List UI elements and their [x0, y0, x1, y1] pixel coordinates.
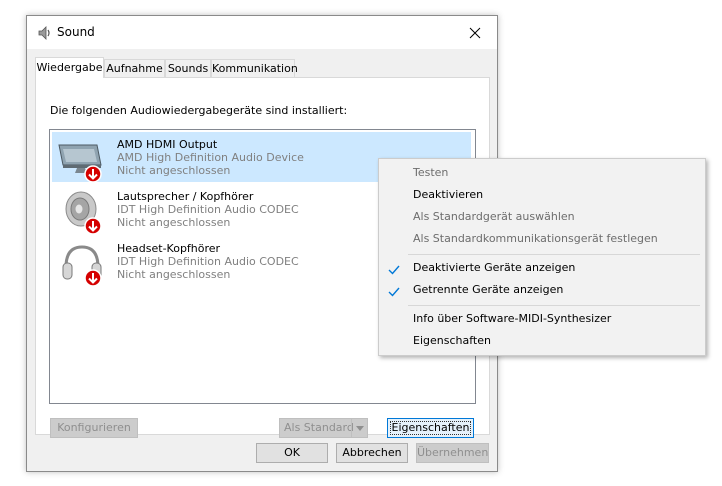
menu-item-label: Als Standardgerät auswählen: [413, 210, 575, 223]
menu-item-label: Als Standardkommunikationsgerät festlege…: [413, 232, 658, 245]
device-status: Nicht angeschlossen: [117, 164, 231, 177]
dropdown-arrow-icon[interactable]: [351, 419, 367, 437]
window-title: Sound: [57, 25, 95, 39]
menu-item-label: Testen: [413, 166, 449, 179]
menu-item-test[interactable]: Testen: [379, 162, 705, 184]
title-bar: Sound: [27, 16, 497, 49]
cancel-button[interactable]: Abbrechen: [336, 443, 408, 463]
device-description: IDT High Definition Audio CODEC: [117, 203, 299, 216]
menu-item-label: Deaktivieren: [413, 188, 484, 201]
device-status: Nicht angeschlossen: [117, 216, 231, 229]
device-name: Lautsprecher / Kopfhörer: [117, 190, 254, 203]
menu-item-label: Deaktivierte Geräte anzeigen: [413, 261, 576, 274]
close-icon: [469, 27, 481, 38]
set-default-button[interactable]: Als Standard: [279, 418, 368, 438]
menu-item-label: Getrennte Geräte anzeigen: [413, 283, 564, 296]
ok-button[interactable]: OK: [256, 443, 328, 463]
menu-item-set-default-comm[interactable]: Als Standardkommunikationsgerät festlege…: [379, 228, 705, 250]
menu-item-set-default[interactable]: Als Standardgerät auswählen: [379, 206, 705, 228]
close-button[interactable]: [453, 16, 497, 49]
speaker-app-icon: [37, 25, 53, 41]
monitor-icon: [57, 137, 107, 183]
tab-kommunikation[interactable]: Kommunikation: [211, 59, 298, 77]
menu-item-show-disabled[interactable]: Deaktivierte Geräte anzeigen: [379, 257, 705, 279]
context-menu: Testen Deaktivieren Als Standardgerät au…: [378, 158, 706, 356]
device-name: Headset-Kopfhörer: [117, 242, 221, 255]
speaker-icon: [57, 189, 107, 235]
menu-item-label: Info über Software-MIDI-Synthesizer: [413, 312, 612, 325]
checkmark-icon: [388, 284, 400, 297]
properties-button[interactable]: Eigenschaften: [387, 418, 474, 438]
menu-separator: [408, 254, 700, 255]
device-name: AMD HDMI Output: [117, 138, 218, 151]
device-description: IDT High Definition Audio CODEC: [117, 255, 299, 268]
panel-label: Die folgenden Audiowiedergabegeräte sind…: [50, 104, 348, 117]
set-default-label: Als Standard: [284, 421, 354, 434]
menu-item-label: Eigenschaften: [413, 334, 491, 347]
device-status: Nicht angeschlossen: [117, 268, 231, 281]
tab-wiedergabe[interactable]: Wiedergabe: [35, 57, 104, 78]
menu-item-midi-info[interactable]: Info über Software-MIDI-Synthesizer: [379, 308, 705, 330]
menu-item-properties[interactable]: Eigenschaften: [379, 330, 705, 352]
apply-button[interactable]: Übernehmen: [416, 443, 489, 463]
menu-item-disable[interactable]: Deaktivieren: [379, 184, 705, 206]
menu-separator: [408, 305, 700, 306]
device-description: AMD High Definition Audio Device: [117, 151, 304, 164]
headphones-icon: [57, 241, 107, 287]
tab-aufnahme[interactable]: Aufnahme: [104, 59, 165, 77]
menu-item-show-disconnected[interactable]: Getrennte Geräte anzeigen: [379, 279, 705, 301]
checkmark-icon: [388, 262, 400, 275]
configure-button[interactable]: Konfigurieren: [50, 418, 138, 438]
tab-sounds[interactable]: Sounds: [165, 59, 211, 77]
